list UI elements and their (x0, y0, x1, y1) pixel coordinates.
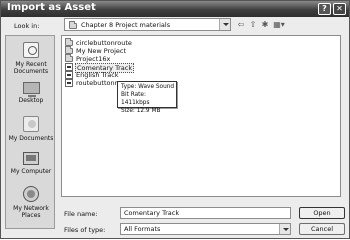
my-computer-icon (23, 152, 39, 165)
place-my-computer[interactable]: My Computer (6, 152, 56, 175)
back-icon[interactable]: ⇦ (236, 20, 246, 30)
place-network-places[interactable]: My Network Places (6, 186, 56, 219)
file-info-tooltip: Type: Wave Sound Bit Rate: 1411kbps Size… (117, 81, 177, 114)
file-name: English Track (76, 71, 119, 79)
file-list[interactable]: circlebuttonroute My New Project Project… (61, 35, 341, 197)
place-label: My Computer (10, 168, 52, 175)
file-type-value: All Formats (124, 225, 161, 233)
folder-icon (69, 21, 77, 29)
place-label: My Recent Documents (13, 61, 49, 75)
open-button[interactable]: Open (299, 207, 345, 219)
sound-file-icon (65, 79, 73, 87)
network-places-icon (23, 186, 39, 202)
place-label: Desktop (18, 97, 44, 104)
place-my-documents[interactable]: My Documents (6, 116, 56, 142)
folder-icon (65, 54, 73, 62)
file-type-select[interactable]: All Formats (120, 223, 291, 235)
recent-documents-icon (23, 42, 39, 58)
chevron-down-icon[interactable] (279, 224, 290, 234)
place-label: My Documents (8, 135, 54, 142)
look-in-dropdown[interactable]: Chapter 8 Project materials (64, 18, 231, 31)
tooltip-size: Size: 12.9 MB (121, 108, 161, 114)
look-in-value: Chapter 8 Project materials (81, 21, 171, 29)
file-name-input[interactable]: Comentary Track (120, 207, 291, 219)
sound-file-icon (65, 63, 73, 71)
file-name-label: File name: (64, 210, 98, 218)
file-name: My New Project (76, 47, 127, 55)
up-folder-icon[interactable]: ⇧ (248, 20, 258, 30)
places-bar: My Recent Documents Desktop My Documents… (5, 35, 55, 229)
place-desktop[interactable]: Desktop (6, 82, 56, 104)
title-bar: Import as Asset ? ✕ (1, 1, 349, 17)
tooltip-type: Type: Wave Sound (121, 84, 175, 90)
desktop-icon (22, 82, 40, 97)
close-button[interactable]: ✕ (333, 3, 346, 15)
my-documents-icon (23, 116, 39, 132)
tooltip-bitrate: Bit Rate: 1411kbps (121, 92, 150, 106)
file-type-label: Files of type: (64, 226, 106, 234)
chevron-down-icon[interactable] (219, 19, 230, 30)
place-label: My Network Places (13, 205, 49, 219)
cancel-button[interactable]: Cancel (299, 223, 345, 235)
help-button[interactable]: ? (318, 3, 331, 15)
file-name: Project16x (76, 55, 111, 63)
import-dialog: Import as Asset ? ✕ Look in: Chapter 8 P… (0, 0, 350, 239)
dialog-title: Import as Asset (7, 2, 96, 13)
file-name: circlebuttonroute (76, 39, 132, 47)
views-menu-icon[interactable]: ▦▾ (272, 20, 286, 30)
look-in-label: Look in: (14, 22, 40, 30)
new-folder-icon[interactable]: ✱ (260, 20, 270, 30)
sound-file-icon (65, 71, 73, 79)
place-recent-documents[interactable]: My Recent Documents (6, 42, 56, 75)
